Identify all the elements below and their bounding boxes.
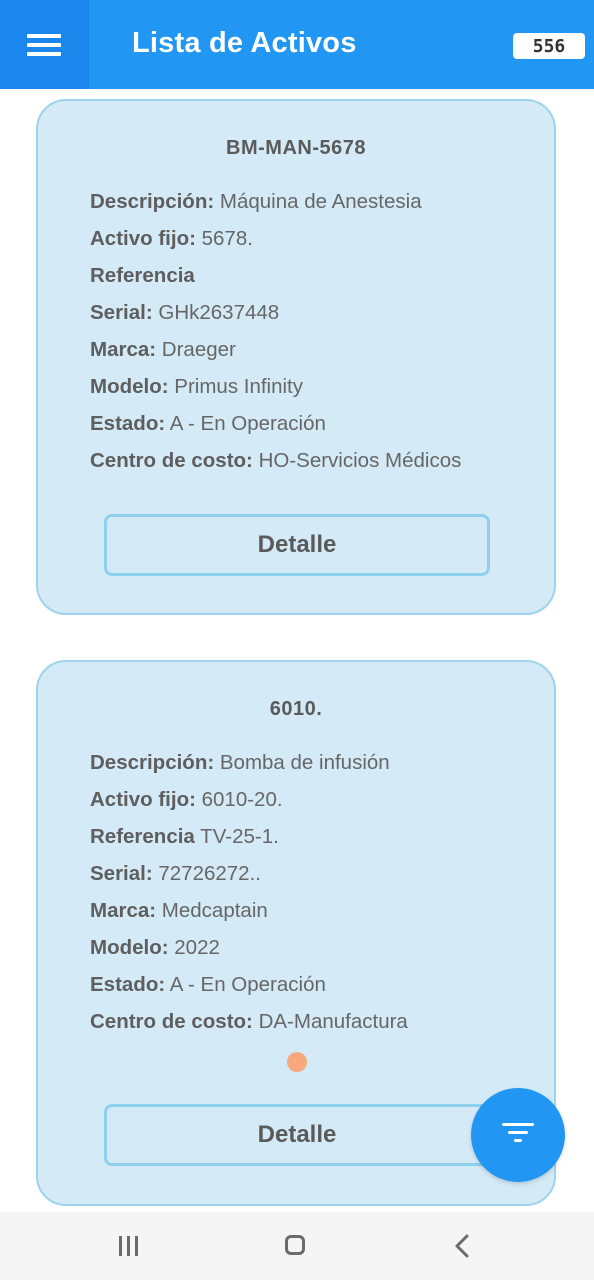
detail-button[interactable]: Detalle — [104, 1104, 490, 1166]
field-marca: Marca: Medcaptain — [90, 899, 268, 922]
field-centro-costo: Centro de costo: DA-Manufactura — [90, 1010, 408, 1033]
loading-indicator — [287, 1052, 307, 1072]
home-icon[interactable] — [285, 1235, 305, 1255]
filter-button[interactable] — [471, 1088, 565, 1182]
field-marca: Marca: Draeger — [90, 338, 236, 361]
back-icon[interactable] — [452, 1234, 472, 1258]
asset-card: BM-MAN-5678 Descripción: Máquina de Anes… — [36, 99, 556, 615]
field-descripcion: Descripción: Bomba de infusión — [90, 751, 390, 774]
field-centro-costo: Centro de costo: HO-Servicios Médicos — [90, 449, 462, 472]
field-modelo: Modelo: 2022 — [90, 936, 220, 959]
asset-code: BM-MAN-5678 — [226, 137, 366, 159]
asset-code: 6010. — [269, 698, 323, 720]
detail-button[interactable]: Detalle — [104, 514, 490, 576]
field-estado: Estado: A - En Operación — [90, 412, 326, 435]
field-referencia: Referencia — [90, 264, 195, 287]
asset-count-badge: 556 — [513, 33, 585, 59]
recent-apps-icon[interactable] — [119, 1236, 141, 1256]
page-title: Lista de Activos — [132, 27, 357, 59]
asset-fields: Descripción: Máquina de Anestesia Activo… — [90, 190, 461, 486]
menu-button[interactable] — [0, 0, 89, 89]
field-descripcion: Descripción: Máquina de Anestesia — [90, 190, 422, 213]
asset-fields: Descripción: Bomba de infusión Activo fi… — [90, 751, 408, 1047]
field-activo-fijo: Activo fijo: 6010-20. — [90, 788, 283, 811]
field-referencia: Referencia TV-25-1. — [90, 825, 279, 848]
field-estado: Estado: A - En Operación — [90, 973, 326, 996]
field-serial: Serial: 72726272.. — [90, 862, 261, 885]
field-activo-fijo: Activo fijo: 5678. — [90, 227, 253, 250]
field-modelo: Modelo: Primus Infinity — [90, 375, 304, 398]
app-bar: Lista de Activos 556 — [0, 0, 594, 89]
field-serial: Serial: GHk2637448 — [90, 301, 280, 324]
